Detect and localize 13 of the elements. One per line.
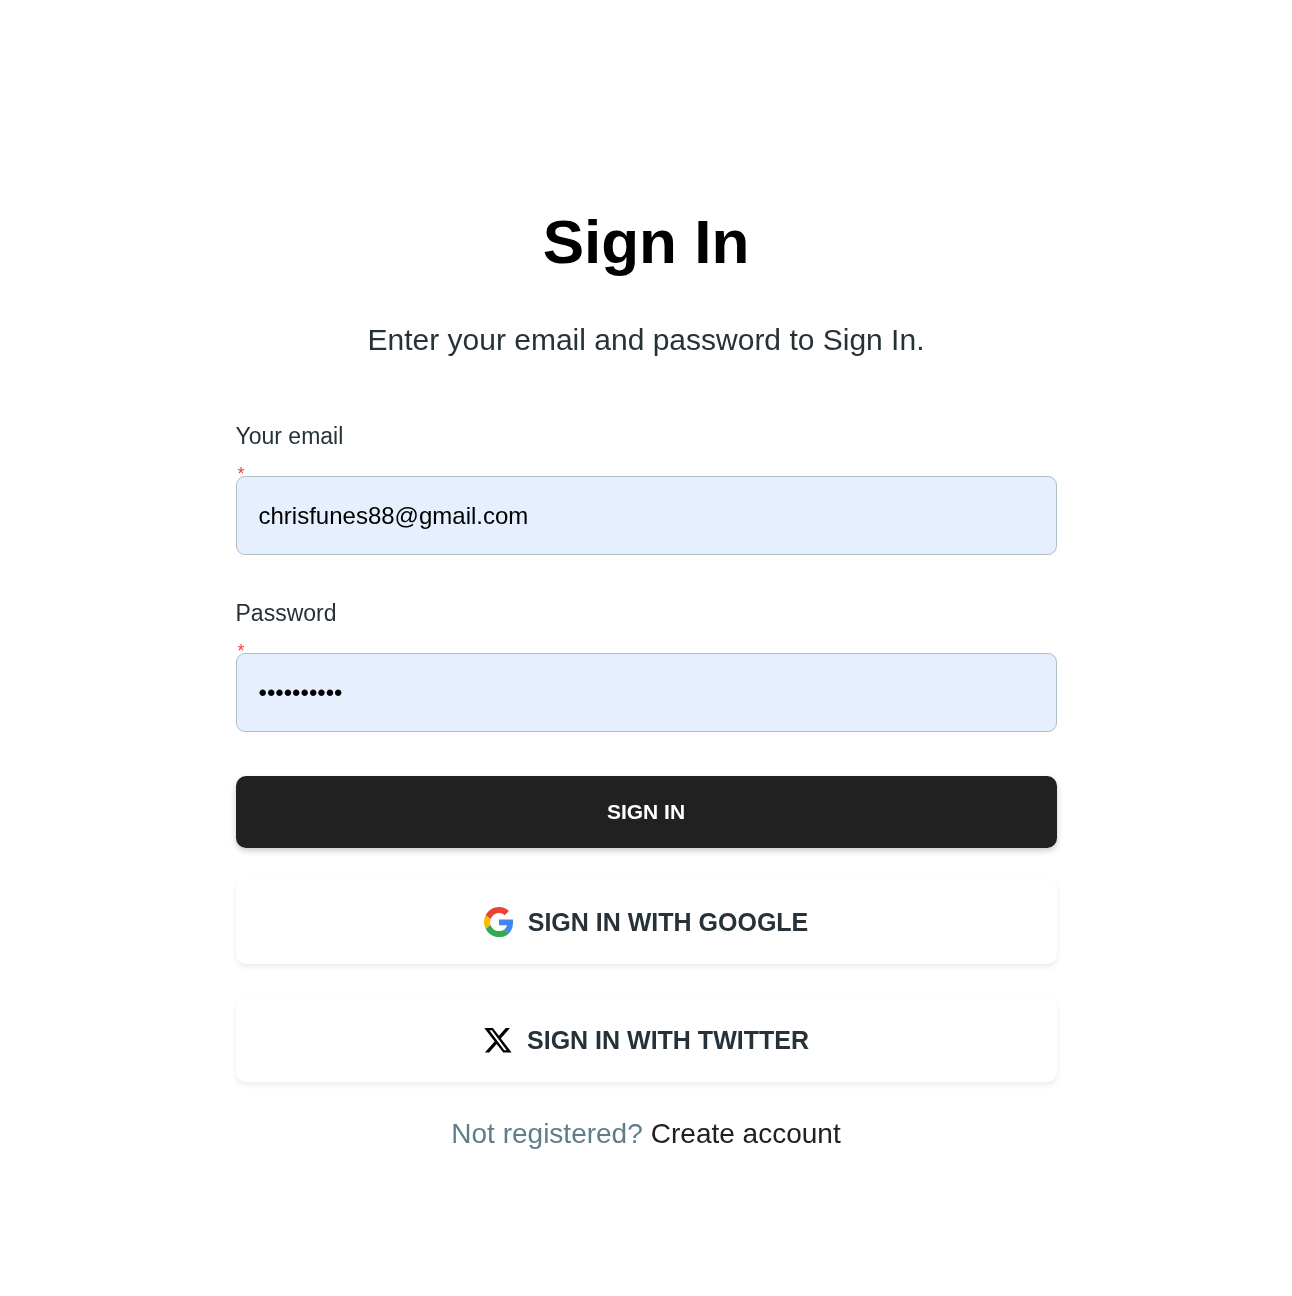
input-field[interactable]: chrisfunes88@gmail.com — [235, 476, 1057, 555]
social-sign-in-button[interactable]: SIGN IN WITH GOOGLE — [235, 880, 1057, 964]
footer-prompt: Not registered? — [451, 1118, 643, 1150]
input-field[interactable]: •••••••••• — [235, 653, 1057, 732]
field-label: Password — [235, 599, 337, 627]
social-sign-in-button[interactable]: SIGN IN WITH TWITTER — [235, 998, 1057, 1082]
x-logo-icon — [483, 1025, 514, 1055]
sign-in-button[interactable]: SIGN IN — [235, 776, 1057, 848]
google-logo-icon — [483, 907, 514, 937]
field-label: Your email — [235, 422, 344, 450]
subtitle: Enter your email and password to Sign In. — [367, 322, 925, 358]
create-account-link[interactable]: Create account — [650, 1118, 841, 1150]
page-title: Sign In — [542, 206, 750, 278]
